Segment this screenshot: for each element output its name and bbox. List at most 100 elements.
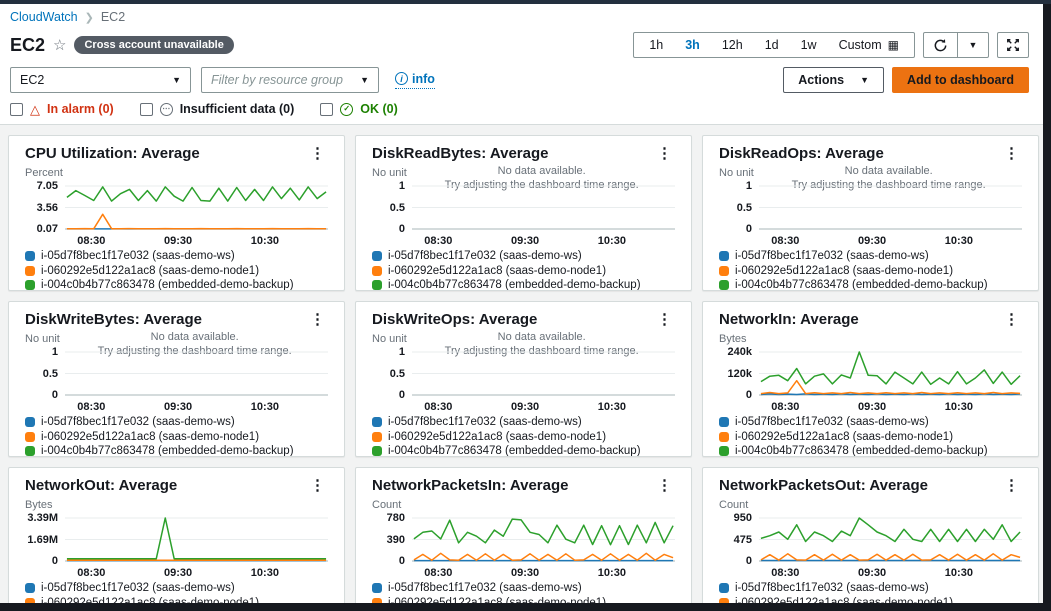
x-axis-labels: 08:3009:3010:30	[759, 399, 1022, 414]
time-range-custom[interactable]: Custom▦	[828, 34, 910, 56]
legend-item[interactable]: i-004c0b4b77c863478 (embedded-demo-backu…	[25, 278, 328, 291]
legend-item[interactable]: i-05d7f8bec1f17e032 (saas-demo-ws)	[719, 415, 1022, 430]
legend-item[interactable]: i-05d7f8bec1f17e032 (saas-demo-ws)	[372, 415, 675, 430]
metric-namespace-select[interactable]: EC2 ▼	[10, 67, 191, 93]
legend-item[interactable]: i-004c0b4b77c863478 (embedded-demo-backu…	[719, 444, 1022, 457]
legend-item[interactable]: i-060292e5d122a1ac8 (saas-demo-node1)	[719, 430, 1022, 445]
ok-check-icon: ✓	[340, 103, 353, 116]
y-axis-labels: 3.39M1.69M0	[25, 515, 65, 565]
refresh-options-caret[interactable]: ▼	[958, 33, 988, 57]
in-alarm-checkbox[interactable]	[10, 103, 23, 116]
legend-color-chip	[719, 251, 729, 261]
axis-unit-label: Count	[372, 499, 675, 513]
chart-title: NetworkPacketsOut: Average	[719, 477, 928, 494]
time-range-1h[interactable]: 1h	[638, 34, 674, 56]
filter-in-alarm[interactable]: △︎ In alarm (0)	[10, 102, 114, 116]
filter-ok[interactable]: ✓ OK (0)	[320, 102, 398, 116]
time-range-3h[interactable]: 3h	[674, 34, 711, 56]
time-range-1w[interactable]: 1w	[790, 34, 828, 56]
resource-group-placeholder: Filter by resource group	[211, 73, 343, 87]
legend-item[interactable]: i-060292e5d122a1ac8 (saas-demo-node1)	[719, 596, 1022, 604]
legend-label: i-05d7f8bec1f17e032 (saas-demo-ws)	[735, 250, 929, 262]
legend-item[interactable]: i-060292e5d122a1ac8 (saas-demo-node1)	[25, 430, 328, 445]
insufficient-data-checkbox[interactable]	[140, 103, 153, 116]
legend-item[interactable]: i-004c0b4b77c863478 (embedded-demo-backu…	[372, 444, 675, 457]
chart-legend: i-05d7f8bec1f17e032 (saas-demo-ws)i-0602…	[372, 581, 675, 603]
legend-item[interactable]: i-05d7f8bec1f17e032 (saas-demo-ws)	[372, 249, 675, 264]
legend-item[interactable]: i-060292e5d122a1ac8 (saas-demo-node1)	[372, 430, 675, 445]
legend-item[interactable]: i-05d7f8bec1f17e032 (saas-demo-ws)	[372, 581, 675, 596]
chart-plot	[65, 515, 328, 565]
series-line-2	[761, 518, 1020, 542]
legend-color-chip	[372, 417, 382, 427]
time-range-12h[interactable]: 12h	[711, 34, 754, 56]
ok-checkbox[interactable]	[320, 103, 333, 116]
legend-color-chip	[25, 446, 35, 456]
legend-item[interactable]: i-060292e5d122a1ac8 (saas-demo-node1)	[25, 264, 328, 279]
legend-color-chip	[25, 583, 35, 593]
legend-item[interactable]: i-05d7f8bec1f17e032 (saas-demo-ws)	[719, 581, 1022, 596]
kebab-menu-icon[interactable]: ⋮	[307, 477, 328, 494]
add-to-dashboard-button[interactable]: Add to dashboard	[892, 67, 1029, 93]
legend-item[interactable]: i-05d7f8bec1f17e032 (saas-demo-ws)	[25, 581, 328, 596]
calendar-icon: ▦	[888, 38, 899, 52]
x-axis-labels: 08:3009:3010:30	[65, 233, 328, 248]
kebab-menu-icon[interactable]: ⋮	[1001, 145, 1022, 162]
legend-color-chip	[372, 598, 382, 603]
info-link[interactable]: i info	[395, 72, 435, 89]
fullscreen-icon	[1006, 38, 1020, 52]
chart-plot	[65, 183, 328, 233]
legend-color-chip	[372, 251, 382, 261]
legend-item[interactable]: i-004c0b4b77c863478 (embedded-demo-backu…	[372, 278, 675, 291]
breadcrumb-cloudwatch-link[interactable]: CloudWatch	[10, 10, 78, 24]
chart-title: DiskReadBytes: Average	[372, 145, 548, 162]
refresh-button[interactable]	[924, 33, 958, 57]
chart-legend: i-05d7f8bec1f17e032 (saas-demo-ws) i-0602…	[719, 249, 1022, 291]
kebab-menu-icon[interactable]: ⋮	[654, 477, 675, 494]
metric-namespace-value: EC2	[20, 73, 44, 87]
chart-plot	[65, 349, 328, 399]
chart-legend: i-05d7f8bec1f17e032 (saas-demo-ws)i-0602…	[719, 415, 1022, 457]
kebab-menu-icon[interactable]: ⋮	[1001, 311, 1022, 328]
breadcrumb-current: EC2	[101, 10, 125, 24]
fullscreen-button[interactable]	[997, 32, 1029, 58]
chevron-down-icon: ▼	[860, 75, 869, 85]
legend-item[interactable]: i-05d7f8bec1f17e032 (saas-demo-ws)	[719, 249, 1022, 264]
legend-item[interactable]: i-05d7f8bec1f17e032 (saas-demo-ws)	[25, 249, 328, 264]
x-axis-labels: 08:3009:3010:30	[759, 233, 1022, 248]
y-axis-labels: 7.053.560.07	[25, 183, 65, 233]
legend-item[interactable]: i-004c0b4b77c863478 (embedded-demo-backu…	[719, 278, 1022, 291]
kebab-menu-icon[interactable]: ⋮	[307, 145, 328, 162]
legend-color-chip	[719, 432, 729, 442]
bottom-edge	[0, 603, 1051, 611]
legend-item[interactable]: i-060292e5d122a1ac8 (saas-demo-node1)	[25, 596, 328, 604]
kebab-menu-icon[interactable]: ⋮	[654, 145, 675, 162]
actions-button[interactable]: Actions ▼	[783, 67, 884, 93]
chart-plot	[412, 183, 675, 233]
favorite-star-icon[interactable]: ☆	[53, 38, 66, 53]
legend-item[interactable]: i-05d7f8bec1f17e032 (saas-demo-ws)	[25, 415, 328, 430]
chart-card: DiskReadBytes: Average ⋮ No unit No data…	[355, 135, 692, 291]
chart-legend: i-05d7f8bec1f17e032 (saas-demo-ws) i-0602…	[719, 581, 1022, 603]
kebab-menu-icon[interactable]: ⋮	[1001, 477, 1022, 494]
legend-item[interactable]: i-004c0b4b77c863478 (embedded-demo-backu…	[25, 444, 328, 457]
insufficient-data-icon: ⋯	[160, 103, 173, 116]
y-axis-labels: 9504750	[719, 515, 759, 565]
legend-item[interactable]: i-060292e5d122a1ac8 (saas-demo-node1)	[719, 264, 1022, 279]
resource-group-select[interactable]: Filter by resource group ▼	[201, 67, 379, 93]
kebab-menu-icon[interactable]: ⋮	[307, 311, 328, 328]
chart-card: NetworkPacketsOut: Average ⋮ Count 95047…	[702, 467, 1039, 603]
page-title: EC2	[10, 35, 45, 56]
legend-label: i-05d7f8bec1f17e032 (saas-demo-ws)	[735, 582, 929, 594]
alarm-warning-icon: △︎	[30, 103, 40, 116]
series-line-2	[67, 518, 326, 559]
chevron-down-icon: ▼	[172, 75, 181, 85]
filter-insufficient-data[interactable]: ⋯ Insufficient data (0)	[140, 102, 295, 116]
series-line-2	[761, 352, 1020, 384]
legend-item[interactable]: i-060292e5d122a1ac8 (saas-demo-node1)	[372, 264, 675, 279]
kebab-menu-icon[interactable]: ⋮	[654, 311, 675, 328]
chevron-down-icon: ▼	[360, 75, 369, 85]
axis-unit-label: Count	[719, 499, 1022, 513]
time-range-1d[interactable]: 1d	[754, 34, 790, 56]
legend-item[interactable]: i-060292e5d122a1ac8 (saas-demo-node1)	[372, 596, 675, 604]
